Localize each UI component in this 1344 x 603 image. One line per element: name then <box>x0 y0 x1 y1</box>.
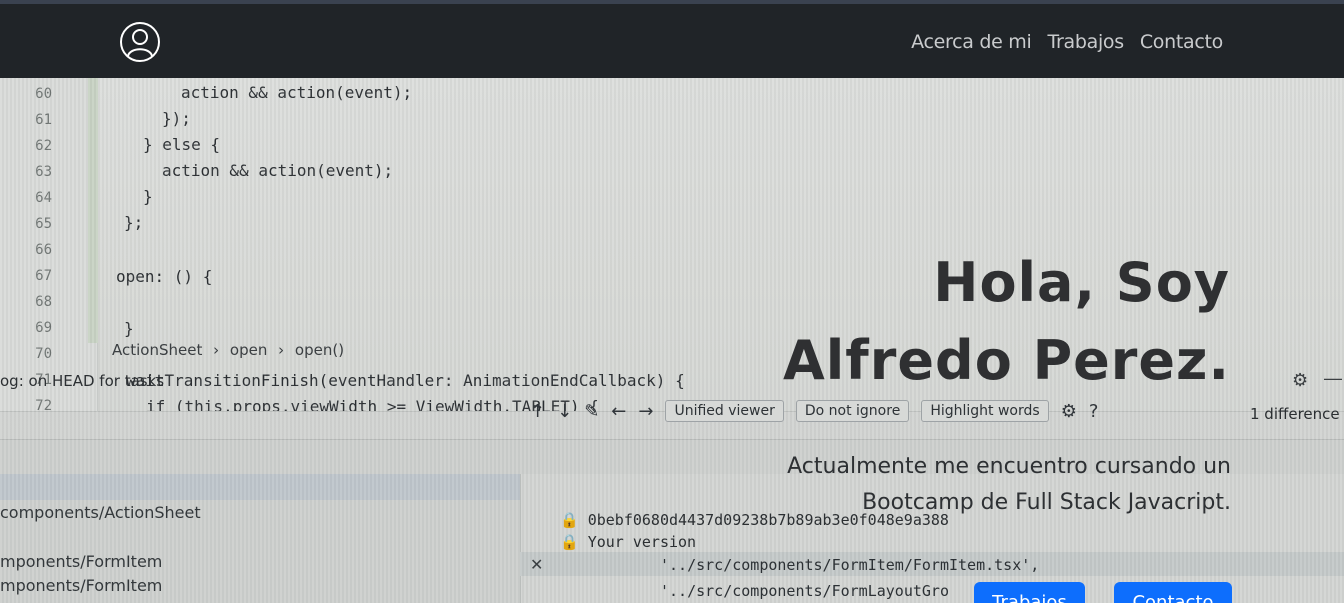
code-line: open: () { <box>116 267 213 286</box>
hero-title-line2: Alfredo Perez. <box>782 329 1230 392</box>
breadcrumb: ActionSheet › open › open() <box>112 341 345 359</box>
help-icon: ? <box>1088 400 1099 422</box>
contacto-button[interactable]: Contacto <box>1114 582 1232 603</box>
line-number: 64 <box>35 190 52 206</box>
hero-subtitle: Actualmente me encuentro cursando un Boo… <box>787 454 1231 515</box>
log-tab-title: og: on HEAD for tasks <box>0 372 165 390</box>
log-item: mponents/FormItem <box>0 552 163 571</box>
ignore-dropdown: Do not ignore <box>795 400 910 422</box>
code-line: waitTransitionFinish(eventHandler: Anima… <box>126 371 685 390</box>
log-item: components/ActionSheet <box>0 503 201 522</box>
line-number: 67 <box>35 268 52 284</box>
line-number: 61 <box>35 112 52 128</box>
line-number: 70 <box>35 346 52 362</box>
arrow-down-icon: ↓ <box>557 400 573 422</box>
user-circle-icon[interactable] <box>119 21 161 63</box>
line-number: 68 <box>35 294 52 310</box>
line-number: 65 <box>35 216 52 232</box>
highlight-dropdown: Highlight words <box>921 400 1049 422</box>
minimize-icon: — <box>1324 368 1342 388</box>
nav-link-trabajos[interactable]: Trabajos <box>1047 31 1124 53</box>
difference-count: 1 difference <box>1250 405 1340 423</box>
navbar: Acerca de mi Trabajos Contacto <box>0 0 1344 78</box>
hero-title-line1: Hola, Soy <box>933 251 1230 314</box>
diff-toolbar: ↑ ↓ ✎ ← → Unified viewer Do not ignore H… <box>530 400 1098 422</box>
nav-link-acerca[interactable]: Acerca de mi <box>911 31 1032 53</box>
diff-line: '../src/components/FormItem/FormItem.tsx… <box>660 556 1040 574</box>
code-line: action && action(event); <box>162 161 394 180</box>
viewer-dropdown: Unified viewer <box>665 400 784 422</box>
close-icon: ✕ <box>530 557 544 574</box>
code-line: }; <box>124 213 144 232</box>
gear-icon: ⚙ <box>1292 370 1309 390</box>
line-number: 62 <box>35 138 52 154</box>
edit-icon: ✎ <box>584 400 600 422</box>
settings-icon: ⚙ <box>1060 400 1077 422</box>
nav-links: Acerca de mi Trabajos Contacto <box>911 31 1223 53</box>
code-line: } else { <box>143 135 221 154</box>
crumb-item: ActionSheet <box>112 341 203 359</box>
crumb-item: open() <box>294 341 345 359</box>
arrow-up-icon: ↑ <box>530 400 546 422</box>
crumb-item: open <box>229 341 268 359</box>
code-line: } <box>143 187 153 206</box>
line-number: 63 <box>35 164 52 180</box>
line-number: 66 <box>35 242 52 258</box>
arrow-right-icon: → <box>638 400 654 422</box>
diff-line: '../src/components/FormLayoutGro <box>660 582 949 600</box>
selected-row <box>0 474 520 500</box>
your-version: 🔒 Your version <box>560 533 697 551</box>
nav-link-contacto[interactable]: Contacto <box>1140 31 1223 53</box>
log-item: mponents/FormItem <box>0 576 163 595</box>
code-line: action && action(event); <box>181 83 413 102</box>
arrow-left-icon: ← <box>611 400 627 422</box>
code-line: }); <box>162 109 191 128</box>
line-number: 69 <box>35 320 52 336</box>
gutter-strip <box>88 78 98 343</box>
code-line: } <box>124 319 134 338</box>
trabajos-button[interactable]: Trabajos <box>974 582 1085 603</box>
line-number: 60 <box>35 86 52 102</box>
